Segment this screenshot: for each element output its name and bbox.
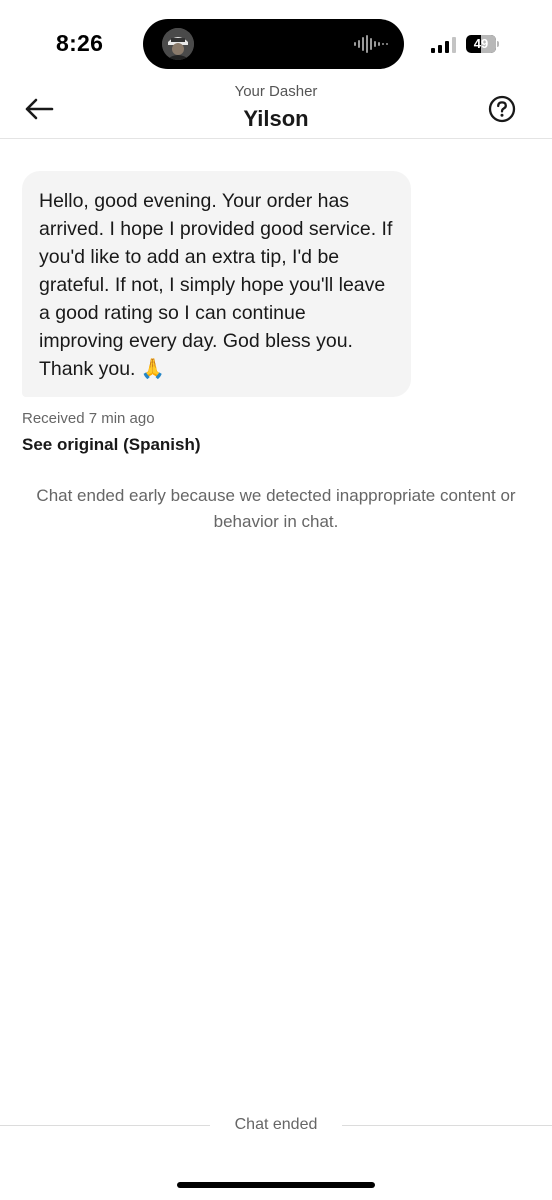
question-circle-icon [488, 95, 516, 123]
status-bar: 8:26 49 [0, 0, 552, 80]
chat-ended-footer: Chat ended [0, 1114, 552, 1138]
battery-level: 49 [473, 36, 489, 51]
dynamic-island [143, 19, 404, 69]
chat-ended-notice: Chat ended early because we detected ina… [36, 486, 516, 531]
message-timestamp: Received 7 min ago [22, 410, 155, 427]
chat-screen: 8:26 49 Your Dasher Yilson Hello, good e… [0, 0, 552, 1200]
chat-header: Your Dasher Yilson [0, 80, 552, 139]
live-activity-avatar [162, 28, 194, 60]
audio-waveform-icon [354, 35, 388, 53]
see-original-link[interactable]: See original (Spanish) [22, 435, 201, 455]
cellular-signal-icon [431, 37, 456, 53]
help-button[interactable] [488, 95, 516, 123]
dasher-name: Yilson [243, 106, 309, 131]
battery-icon: 49 [466, 35, 499, 53]
status-time: 8:26 [56, 30, 104, 56]
header-subtitle: Your Dasher [234, 83, 318, 100]
divider [342, 1125, 552, 1126]
incoming-message-bubble: Hello, good evening. Your order has arri… [22, 171, 411, 397]
home-indicator[interactable] [177, 1182, 375, 1188]
